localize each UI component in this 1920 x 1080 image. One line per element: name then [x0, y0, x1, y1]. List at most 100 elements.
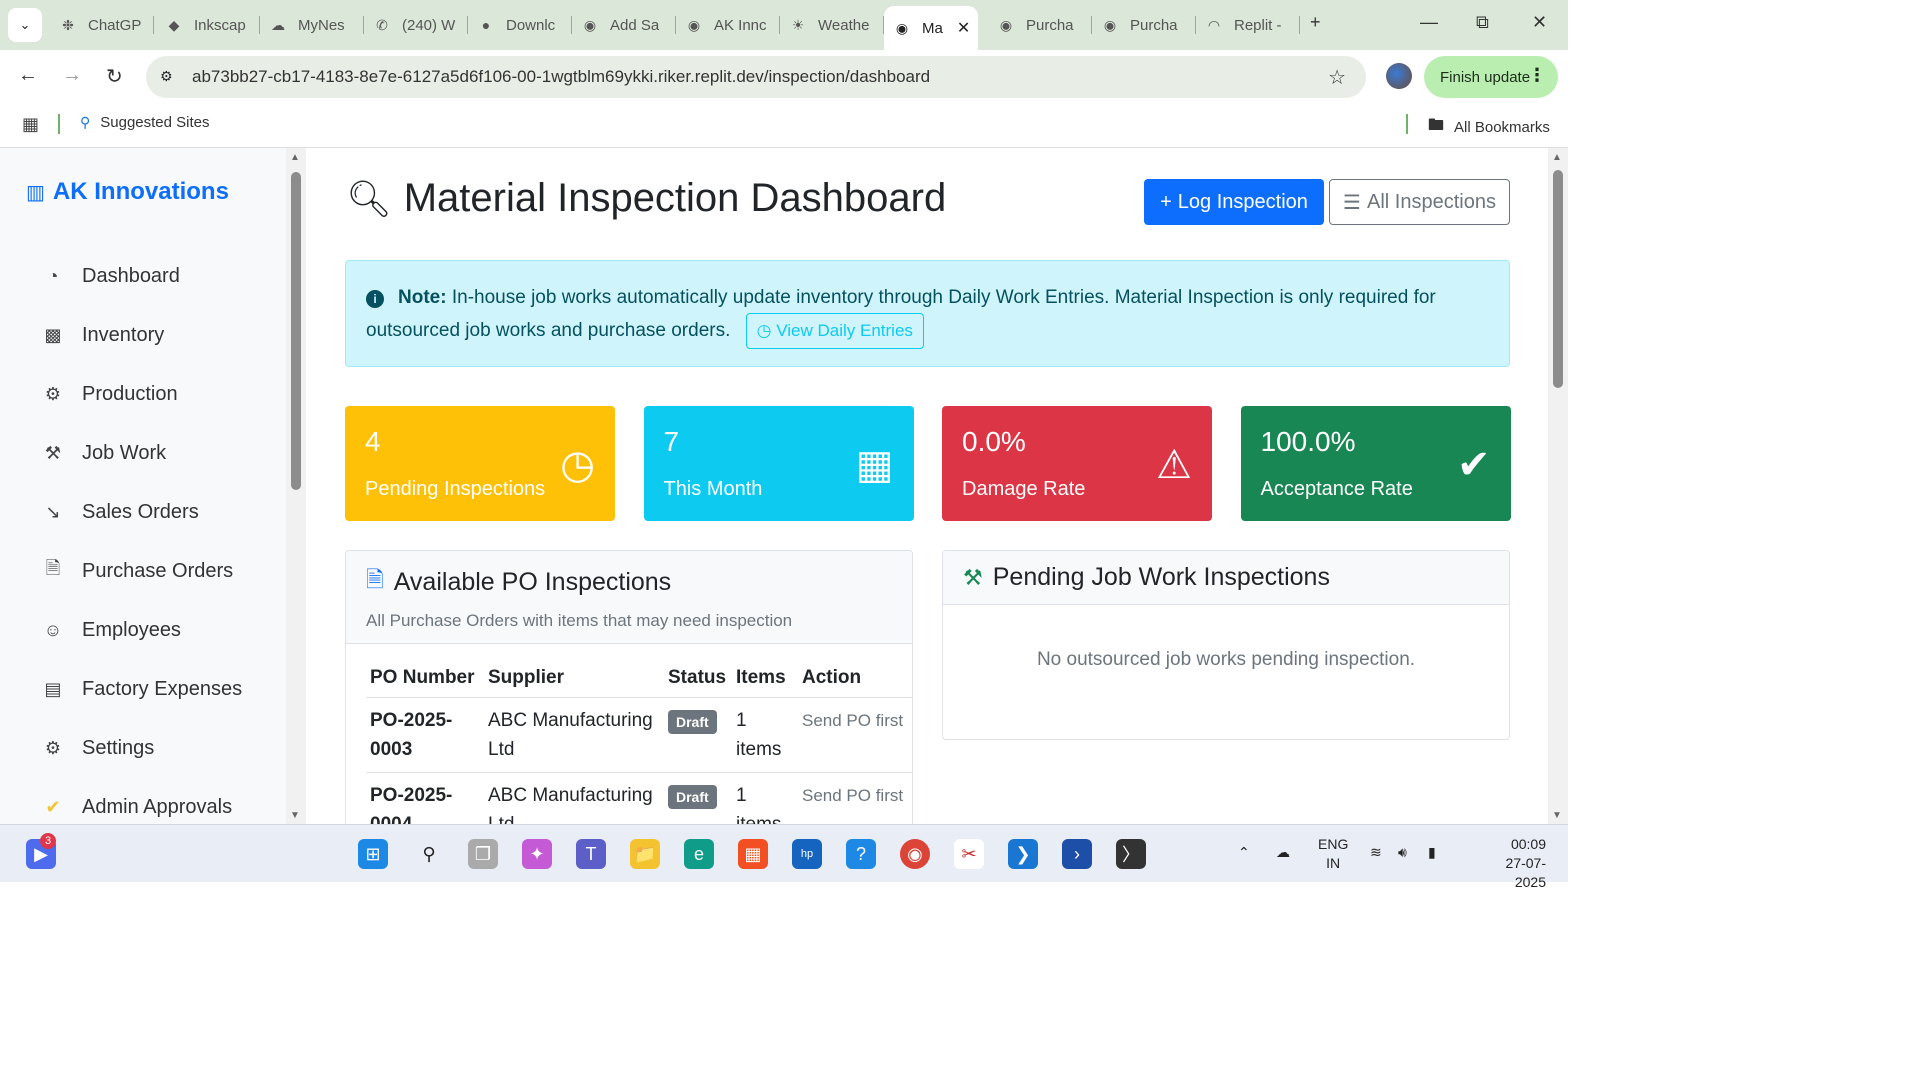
view-daily-entries-button[interactable]: ◷ View Daily Entries [745, 313, 924, 349]
browser-tab[interactable]: ◉ Purcha [1092, 6, 1196, 44]
tab-search-button[interactable]: ⌄ [8, 8, 42, 42]
powershell-icon[interactable]: › [1062, 839, 1092, 869]
sidebar-item-settings[interactable]: ⚙ Settings [40, 728, 154, 768]
reload-icon[interactable]: ↻ [106, 64, 123, 89]
sidebar-item-employees[interactable]: ☺ Employees [40, 610, 181, 650]
language-indicator[interactable]: ENG IN [1318, 835, 1348, 873]
jw-card-title: Pending Job Work Inspections [992, 563, 1330, 591]
table-header: PO Number [366, 659, 484, 698]
finish-update-button[interactable]: Finish update ⋮ [1424, 56, 1558, 98]
sidebar-item-sales-orders[interactable]: ↘ Sales Orders [40, 492, 198, 532]
chart-line-icon: ↘ [45, 501, 61, 522]
finish-update-label: Finish update [1440, 68, 1531, 86]
check-icon: ✔ [1456, 443, 1491, 487]
sidebar-item-production[interactable]: ⚙ Production [40, 374, 178, 414]
apps-grid-icon[interactable]: ▦ [22, 114, 39, 135]
battery-icon[interactable]: ▮ [1428, 843, 1436, 862]
profile-avatar[interactable] [1386, 63, 1412, 89]
chrome-icon[interactable]: ◉ [900, 839, 930, 869]
info-icon: i [366, 290, 384, 308]
wifi-icon[interactable]: ≋ [1370, 843, 1382, 862]
site-info-icon[interactable]: ⚙ [160, 68, 173, 85]
sidebar-item-purchase-orders[interactable]: 🗎 Purchase Orders [40, 551, 233, 591]
clock[interactable]: 00:09 27-07-2025 [1488, 835, 1546, 892]
browser-tab[interactable]: ✆ (240) W [364, 6, 468, 44]
restore-icon[interactable]: ⧉ [1476, 12, 1489, 33]
browser-tab[interactable]: ● Downlc [468, 6, 572, 44]
po-number[interactable]: PO-2025-0003 [366, 697, 484, 773]
scroll-down-icon[interactable]: ▼ [290, 810, 300, 821]
tab-close-icon[interactable]: ✕ [957, 18, 970, 38]
bookmark-star-icon[interactable]: ☆ [1328, 65, 1346, 90]
tab-label: MyNes [298, 16, 345, 34]
browser-tab[interactable]: ☀ Weathe [780, 6, 884, 44]
folder-icon: 🖿 [1428, 117, 1445, 134]
volume-icon[interactable]: 🔊︎ [1398, 843, 1407, 862]
file-explorer-icon[interactable]: 📁 [630, 839, 660, 869]
back-icon[interactable]: ← [18, 64, 38, 87]
tab-label: Ma [922, 19, 943, 37]
browser-tab[interactable]: ◆ Inkscap [156, 6, 260, 44]
browser-tab[interactable]: ◠ Replit - [1196, 6, 1300, 44]
search-icon[interactable]: ⚲ [414, 839, 444, 869]
log-inspection-button[interactable]: + Log Inspection [1144, 179, 1324, 225]
new-tab-button[interactable]: + [1310, 12, 1321, 33]
minimize-icon[interactable]: — [1420, 12, 1438, 33]
sidebar-item-label: Inventory [82, 323, 165, 346]
browser-tab[interactable]: ◉ Purcha [988, 6, 1092, 44]
sidebar-item-dashboard[interactable]: ◔ Dashboard [40, 256, 180, 296]
edge-icon[interactable]: e [684, 839, 714, 869]
bookmark-suggested-sites[interactable]: ⚲ Suggested Sites [80, 114, 210, 131]
globe-icon: ◉ [999, 16, 1013, 33]
browser-tab[interactable]: ◉ Ma ✕ [884, 6, 978, 50]
help-icon[interactable]: ? [846, 839, 876, 869]
page-scrollbar-thumb[interactable] [1553, 170, 1563, 388]
page-title: 🔍︎ Material Inspection Dashboard [346, 176, 946, 221]
items-count: 1 items [732, 697, 798, 773]
chevron-up-icon[interactable]: ⌃ [1238, 843, 1250, 862]
bookmark-divider [58, 114, 60, 134]
url-text[interactable]: ab73bb27-cb17-4183-8e7e-6127a5d6f106-00-… [192, 67, 930, 87]
sidebar-item-admin-approvals[interactable]: ✔ Admin Approvals [40, 787, 232, 827]
myhp-icon[interactable]: hp [792, 839, 822, 869]
sidebar-item-inventory[interactable]: ▩ Inventory [40, 315, 164, 355]
tab-label: Inkscap [194, 16, 246, 34]
cloud-icon: ☁ [271, 16, 285, 33]
scroll-up-icon[interactable]: ▲ [290, 152, 300, 163]
table-header: Supplier [484, 659, 664, 698]
snipping-tool-icon[interactable]: ✂ [954, 839, 984, 869]
teams-icon[interactable]: T [576, 839, 606, 869]
terminal-icon[interactable]: 〉 [1116, 839, 1146, 869]
vscode-icon[interactable]: ❯ [1008, 839, 1038, 869]
sidebar-item-label: Production [82, 382, 178, 405]
scroll-up-icon[interactable]: ▲ [1552, 152, 1562, 163]
forward-icon[interactable]: → [62, 64, 82, 87]
sidebar-item-factory-expenses[interactable]: ▤ Factory Expenses [40, 669, 242, 709]
tab-label: Purcha [1026, 16, 1074, 34]
file-invoice-icon: 🗎 [45, 558, 61, 578]
table-row[interactable]: PO-2025-0003 ABC Manufacturing Ltd Draft 1 … [366, 697, 912, 773]
browser-tab[interactable]: ☁ MyNes [260, 6, 364, 44]
browser-tab[interactable]: ◉ Add Sa [572, 6, 676, 44]
start-icon[interactable]: ⊞ [358, 839, 388, 869]
window-close-icon[interactable]: ✕ [1532, 12, 1547, 33]
sidebar-scrollbar-thumb[interactable] [291, 172, 301, 490]
copilot-icon[interactable]: ✦ [522, 839, 552, 869]
warning-icon: ⚠ [1156, 443, 1192, 487]
list-icon: ☰ [1343, 191, 1361, 214]
browser-tab[interactable]: ◉ AK Innc [676, 6, 780, 44]
store-icon[interactable]: ▦ [738, 839, 768, 869]
address-bar[interactable]: ⚙ ab73bb27-cb17-4183-8e7e-6127a5d6f106-0… [146, 56, 1366, 98]
brand-link[interactable]: ▥ AK Innovations [26, 178, 229, 206]
all-bookmarks-button[interactable]: 🖿 All Bookmarks [1428, 114, 1550, 141]
cloud-icon[interactable]: ☁ [1276, 843, 1290, 862]
calendar-icon: ▦ [855, 443, 894, 487]
loading-icon: ◠ [1207, 16, 1221, 33]
scroll-down-icon[interactable]: ▼ [1552, 810, 1562, 821]
all-inspections-button[interactable]: ☰ All Inspections [1329, 179, 1510, 225]
sidebar-item-job-work[interactable]: ⚒ Job Work [40, 433, 166, 473]
browser-tab[interactable]: ❉ ChatGP [50, 6, 154, 44]
more-menu-icon[interactable]: ⋮ [1528, 65, 1546, 86]
task-view-icon[interactable]: ❐ [468, 839, 498, 869]
info-alert: i Note: In-house job works automatically … [345, 260, 1510, 367]
